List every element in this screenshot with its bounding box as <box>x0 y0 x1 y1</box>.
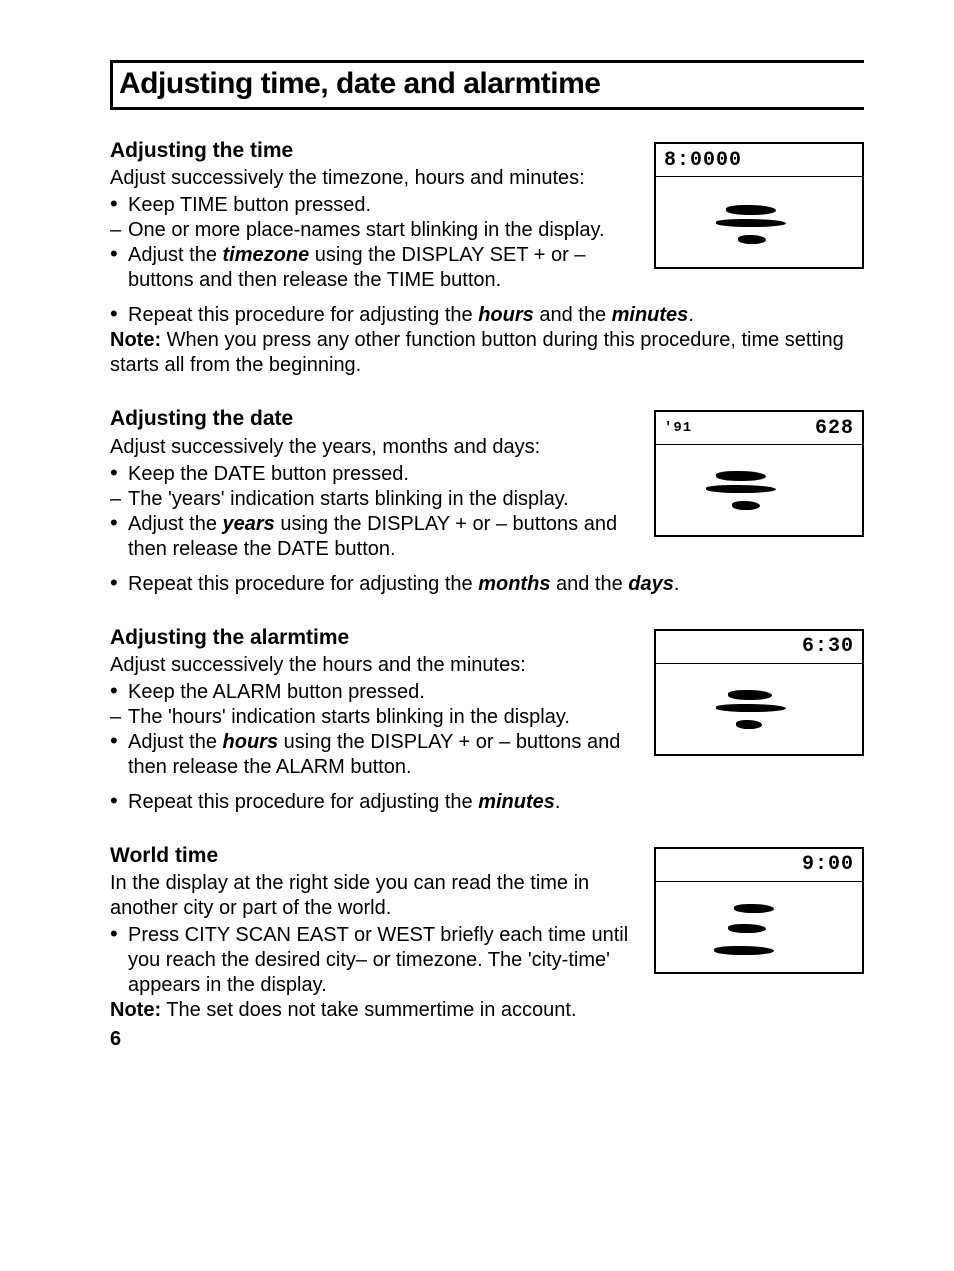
list-item: Adjust the timezone using the DISPLAY SE… <box>110 243 636 293</box>
note: Note: When you press any other function … <box>110 328 864 378</box>
section-alarm: Adjusting the alarmtime Adjust successiv… <box>110 625 864 780</box>
section-date-list: Keep the DATE button pressed. The 'years… <box>110 462 636 562</box>
lcd-right: 9:00 <box>802 853 854 876</box>
list-item: The 'years' indication starts blinking i… <box>110 487 636 512</box>
list-item: Repeat this procedure for adjusting the … <box>110 572 864 597</box>
text: . <box>688 304 694 326</box>
list-item: Repeat this procedure for adjusting the … <box>110 790 864 815</box>
lcd-map <box>656 177 862 267</box>
list-item: Keep the ALARM button pressed. <box>110 680 636 705</box>
section-alarm-list: Keep the ALARM button pressed. The 'hour… <box>110 680 636 780</box>
list-item: One or more place-names start blinking i… <box>110 218 636 243</box>
note-label: Note: <box>110 999 161 1021</box>
list-item: Adjust the years using the DISPLAY + or … <box>110 512 636 562</box>
section-date-head: Adjusting the date <box>110 406 636 432</box>
map-blob <box>738 235 766 244</box>
map-blob <box>726 205 776 215</box>
map-blob <box>706 485 776 493</box>
map-blob <box>734 904 774 913</box>
section-world-text: World time In the display at the right s… <box>110 843 654 1023</box>
section-time-lead: Adjust successively the timezone, hours … <box>110 166 636 191</box>
emph: minutes <box>478 791 555 813</box>
page-number: 6 <box>110 1028 121 1051</box>
manual-page: Adjusting time, date and alarmtime Adjus… <box>0 0 954 1091</box>
lcd-display-alarm: 6:30 <box>654 629 864 756</box>
section-world-head: World time <box>110 843 636 869</box>
page-title: Adjusting time, date and alarmtime <box>119 67 854 101</box>
list-item: Keep the DATE button pressed. <box>110 462 636 487</box>
section-time: Adjusting the time Adjust successively t… <box>110 138 864 293</box>
text: and the <box>550 573 628 595</box>
text: . <box>674 573 680 595</box>
emph: minutes <box>612 304 689 326</box>
text: Repeat this procedure for adjusting the <box>128 573 478 595</box>
section-date-after: Repeat this procedure for adjusting the … <box>110 572 864 597</box>
lcd-top: 8:00 00 <box>656 144 862 177</box>
lcd-right: 6:30 <box>802 635 854 658</box>
section-alarm-after: Repeat this procedure for adjusting the … <box>110 790 864 815</box>
lcd-map <box>656 882 862 972</box>
section-world-list: Press CITY SCAN EAST or WEST briefly eac… <box>110 923 636 998</box>
section-date-text: Adjusting the date Adjust successively t… <box>110 406 654 561</box>
emph: months <box>478 573 550 595</box>
text: Adjust the <box>128 244 223 266</box>
map-blob <box>732 501 760 510</box>
text: . <box>555 791 561 813</box>
section-time-text: Adjusting the time Adjust successively t… <box>110 138 654 293</box>
emph: timezone <box>223 244 310 266</box>
lcd-top: 9:00 <box>656 849 862 882</box>
section-world: World time In the display at the right s… <box>110 843 864 1023</box>
list-item: Repeat this procedure for adjusting the … <box>110 303 864 328</box>
section-world-lead: In the display at the right side you can… <box>110 871 636 921</box>
map-blob <box>736 720 762 729</box>
text: Adjust the <box>128 731 223 753</box>
emph: days <box>628 573 674 595</box>
text: Adjust the <box>128 513 223 535</box>
lcd-display-time: 8:00 00 <box>654 142 864 269</box>
map-blob <box>728 924 766 933</box>
emph: hours <box>478 304 534 326</box>
list-item: Keep TIME button pressed. <box>110 193 636 218</box>
emph: years <box>223 513 275 535</box>
note-label: Note: <box>110 329 161 351</box>
section-time-after: Repeat this procedure for adjusting the … <box>110 303 864 378</box>
map-blob <box>714 946 774 955</box>
text: Repeat this procedure for adjusting the <box>128 791 478 813</box>
map-blob <box>716 219 786 227</box>
list-item: The 'hours' indication starts blinking i… <box>110 705 636 730</box>
emph: hours <box>223 731 279 753</box>
map-blob <box>728 690 772 700</box>
lcd-top: '91 628 <box>656 412 862 445</box>
text: Repeat this procedure for adjusting the <box>128 304 478 326</box>
section-date: Adjusting the date Adjust successively t… <box>110 406 864 561</box>
lcd-left: '91 <box>664 420 692 436</box>
lcd-right: 00 <box>716 149 742 172</box>
list-item: Adjust the hours using the DISPLAY + or … <box>110 730 636 780</box>
text: and the <box>534 304 612 326</box>
section-time-list: Keep TIME button pressed. One or more pl… <box>110 193 636 293</box>
lcd-map <box>656 664 862 754</box>
lcd-left: 8:00 <box>664 149 716 172</box>
lcd-top: 6:30 <box>656 631 862 664</box>
section-alarm-lead: Adjust successively the hours and the mi… <box>110 653 636 678</box>
note-text: When you press any other function button… <box>110 329 844 376</box>
note-text: The set does not take summertime in acco… <box>161 999 576 1021</box>
map-blob <box>716 704 786 712</box>
section-time-head: Adjusting the time <box>110 138 636 164</box>
list-item: Press CITY SCAN EAST or WEST briefly eac… <box>110 923 636 998</box>
section-alarm-text: Adjusting the alarmtime Adjust successiv… <box>110 625 654 780</box>
lcd-map <box>656 445 862 535</box>
title-box: Adjusting time, date and alarmtime <box>110 60 864 110</box>
section-date-lead: Adjust successively the years, months an… <box>110 435 636 460</box>
section-alarm-head: Adjusting the alarmtime <box>110 625 636 651</box>
note: Note: The set does not take summertime i… <box>110 998 636 1023</box>
lcd-display-world: 9:00 <box>654 847 864 974</box>
map-blob <box>716 471 766 481</box>
lcd-display-date: '91 628 <box>654 410 864 537</box>
lcd-right: 628 <box>815 417 854 440</box>
